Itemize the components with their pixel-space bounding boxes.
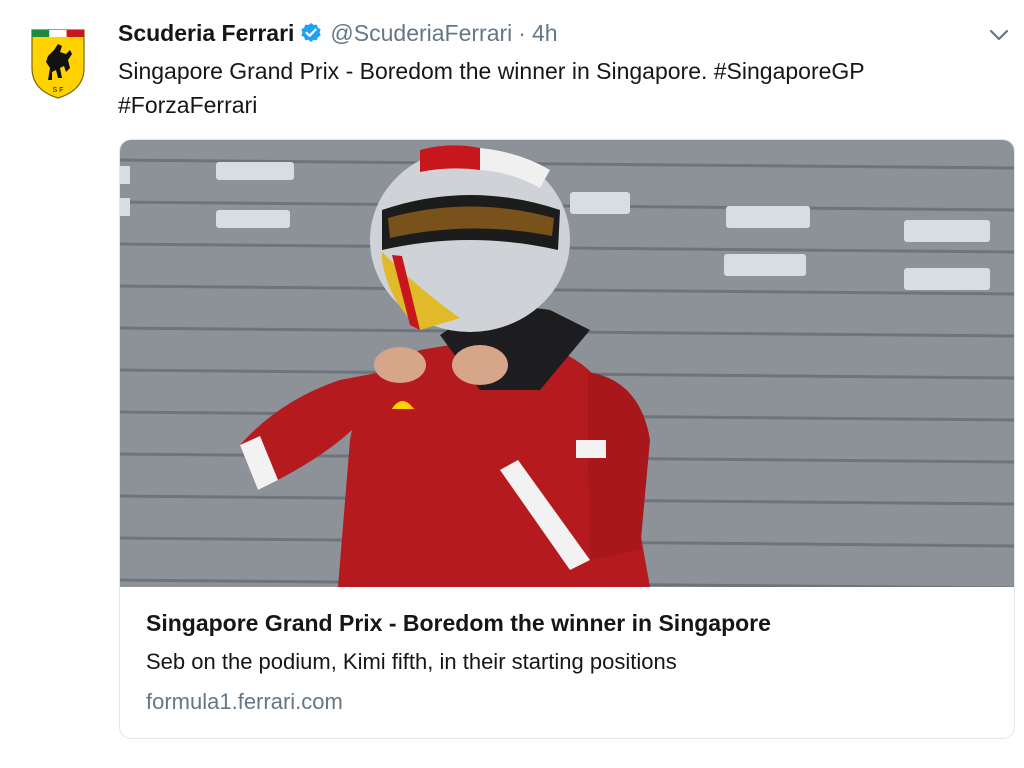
- tweet-menu-button[interactable]: [988, 24, 1010, 46]
- tweet-header: Scuderia Ferrari @ScuderiaFerrari · 4h: [118, 18, 964, 48]
- card-body: Singapore Grand Prix - Boredom the winne…: [146, 608, 994, 716]
- verified-badge-icon: [300, 22, 322, 44]
- card-domain[interactable]: formula1.ferrari.com: [146, 688, 994, 716]
- tweet-timestamp[interactable]: 4h: [532, 20, 558, 47]
- card-description: Seb on the podium, Kimi fifth, in their …: [146, 649, 677, 674]
- tweet: S F Scuderia Ferrari @ScuderiaFerrari · …: [0, 0, 1024, 768]
- header-separator: ·: [518, 19, 526, 46]
- tweet-text: Singapore Grand Prix - Boredom the winne…: [118, 58, 865, 118]
- link-card[interactable]: Singapore Grand Prix - Boredom the winne…: [119, 139, 1015, 739]
- card-title[interactable]: Singapore Grand Prix - Boredom the winne…: [146, 608, 994, 638]
- chevron-down-icon: [989, 29, 1009, 41]
- card-image: [120, 140, 1014, 590]
- ferrari-shield-logo-icon: S F: [31, 29, 85, 99]
- profile-avatar[interactable]: S F: [30, 28, 86, 100]
- author-handle[interactable]: @ScuderiaFerrari: [330, 20, 512, 47]
- author-name[interactable]: Scuderia Ferrari: [118, 20, 294, 47]
- svg-text:S F: S F: [53, 87, 64, 94]
